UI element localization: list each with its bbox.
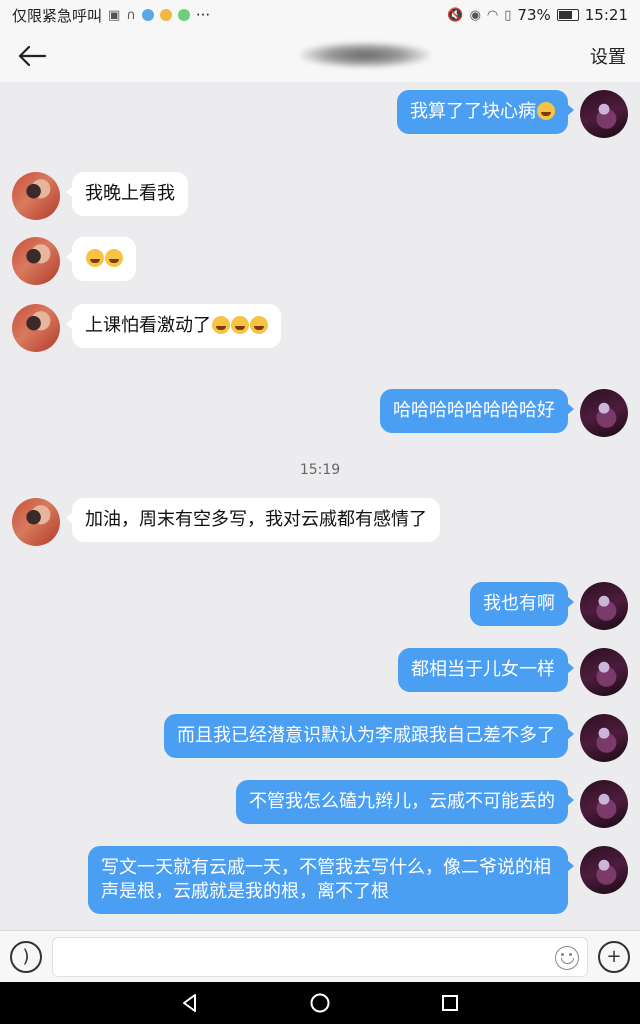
input-bar: ) + bbox=[0, 930, 640, 982]
nav-back-icon[interactable] bbox=[175, 988, 205, 1018]
message-bubble[interactable] bbox=[66, 237, 136, 281]
message-text: 而且我已经潜意识默认为李戚跟我自己差不多了 bbox=[177, 725, 555, 746]
laugh-emoji-icon bbox=[250, 316, 268, 334]
message-bubble[interactable]: 哈哈哈哈哈哈哈哈好 bbox=[380, 389, 574, 433]
app-green-icon bbox=[177, 9, 190, 21]
nav-home-icon[interactable] bbox=[305, 988, 335, 1018]
my-avatar[interactable] bbox=[580, 582, 628, 630]
wifi-icon: ◠ bbox=[486, 7, 499, 23]
back-arrow-icon[interactable] bbox=[14, 38, 50, 74]
plus-icon[interactable]: + bbox=[598, 940, 630, 973]
chat-message-list[interactable]: 我算了了块心病我晚上看我上课怕看激动了哈哈哈哈哈哈哈哈好 15:19 加油，周末有空… bbox=[0, 82, 640, 930]
message-text: 哈哈哈哈哈哈哈哈好 bbox=[393, 400, 555, 421]
chat-header: 设置 bbox=[0, 30, 640, 82]
message-input-box[interactable] bbox=[52, 936, 588, 977]
headphones-icon: ∩ bbox=[126, 7, 136, 23]
message-bubble[interactable]: 我算了了块心病 bbox=[397, 90, 574, 134]
status-bar: 仅限紧急呼叫 ▣ ∩ ··· 🔇 ◉ ◠ ▯ 73% 15:21 bbox=[0, 0, 640, 30]
my-avatar[interactable] bbox=[580, 90, 628, 138]
settings-button[interactable]: 设置 bbox=[590, 43, 626, 69]
mute-icon: 🔇 bbox=[447, 7, 464, 23]
my-avatar[interactable] bbox=[580, 648, 628, 696]
system-nav-bar bbox=[0, 982, 640, 1024]
battery-icon bbox=[556, 9, 579, 21]
app-yellow-icon bbox=[159, 9, 172, 21]
message-text: 写文一天就有云戚一天，不管我去写什么，像二爷说的相声是根，云戚就是我的根，离不了… bbox=[101, 857, 551, 902]
battery-percent: 73% bbox=[517, 6, 551, 24]
timestamp-separator: 15:19 bbox=[299, 462, 341, 478]
my-avatar[interactable] bbox=[580, 846, 628, 894]
contact-name-redacted bbox=[300, 42, 430, 68]
contact-avatar[interactable] bbox=[12, 172, 60, 220]
message-bubble[interactable]: 而且我已经潜意识默认为李戚跟我自己差不多了 bbox=[164, 714, 574, 758]
nav-recents-icon[interactable] bbox=[435, 988, 465, 1018]
message-text: 我算了了块心病 bbox=[410, 101, 536, 122]
my-avatar[interactable] bbox=[580, 780, 628, 828]
alarm-icon: ▯ bbox=[504, 7, 512, 23]
message-text: 都相当于儿女一样 bbox=[411, 659, 555, 680]
message-bubble[interactable]: 都相当于儿女一样 bbox=[398, 648, 574, 692]
message-text: 我也有啊 bbox=[483, 593, 555, 614]
message-text: 上课怕看激动了 bbox=[85, 315, 211, 336]
message-text: 我晚上看我 bbox=[85, 183, 175, 204]
contact-avatar[interactable] bbox=[12, 498, 60, 546]
laugh-emoji-icon bbox=[231, 316, 249, 334]
message-bubble[interactable]: 我也有啊 bbox=[470, 582, 574, 626]
message-bubble[interactable]: 不管我怎么磕九辫儿，云戚不可能丢的 bbox=[236, 780, 574, 824]
more-notifications-icon: ··· bbox=[195, 6, 211, 24]
laugh-emoji-icon bbox=[537, 102, 555, 120]
carrier-text: 仅限紧急呼叫 bbox=[12, 6, 103, 25]
message-bubble[interactable]: 我晚上看我 bbox=[66, 172, 188, 216]
message-input[interactable] bbox=[53, 937, 587, 976]
message-bubble[interactable]: 加油，周末有空多写，我对云戚都有感情了 bbox=[66, 498, 440, 542]
app-blue-icon bbox=[141, 9, 154, 21]
laugh-emoji-icon bbox=[86, 249, 104, 267]
contact-avatar[interactable] bbox=[12, 237, 60, 285]
laugh-emoji-icon bbox=[212, 316, 230, 334]
laugh-emoji-icon bbox=[105, 249, 123, 267]
message-text: 加油，周末有空多写，我对云戚都有感情了 bbox=[85, 509, 427, 530]
my-avatar[interactable] bbox=[580, 389, 628, 437]
app-notification-icon: ▣ bbox=[108, 7, 121, 23]
emoji-icon[interactable] bbox=[555, 945, 579, 970]
contact-avatar[interactable] bbox=[12, 304, 60, 352]
message-bubble[interactable]: 上课怕看激动了 bbox=[66, 304, 281, 348]
eye-comfort-icon: ◉ bbox=[469, 7, 481, 23]
message-text: 不管我怎么磕九辫儿，云戚不可能丢的 bbox=[249, 791, 555, 812]
message-bubble[interactable]: 写文一天就有云戚一天，不管我去写什么，像二爷说的相声是根，云戚就是我的根，离不了… bbox=[88, 846, 574, 914]
voice-input-icon[interactable]: ) bbox=[10, 940, 42, 973]
clock: 15:21 bbox=[584, 6, 628, 24]
my-avatar[interactable] bbox=[580, 714, 628, 762]
